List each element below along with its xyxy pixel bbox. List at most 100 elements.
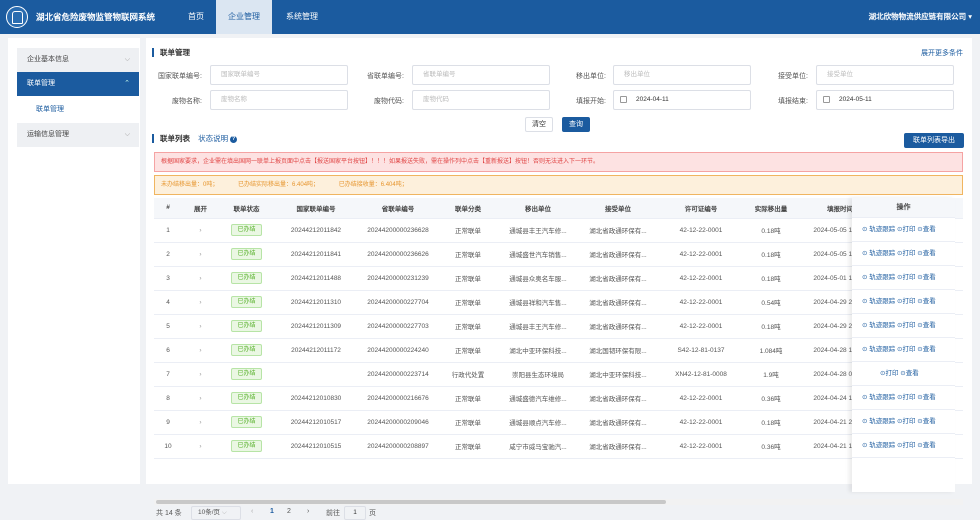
field-label: 国家联单编号: bbox=[158, 73, 202, 80]
row-actions[interactable]: ⊙ 轨迹跟踪 ⊙打印 ⊙查看 bbox=[852, 314, 955, 338]
cell-status: 已办结 bbox=[219, 314, 274, 339]
list-section-title: 联单列表 状态说明? bbox=[152, 134, 238, 143]
expand-row-icon[interactable]: › bbox=[182, 386, 219, 411]
nav-system[interactable]: 系统管理 bbox=[274, 0, 330, 34]
row-actions[interactable]: ⊙打印 ⊙查看 bbox=[852, 362, 955, 386]
prev-page-button[interactable]: ‹ bbox=[251, 508, 253, 515]
status-badge: 已办结 bbox=[231, 440, 262, 452]
goto-label: 前往 bbox=[326, 510, 340, 517]
row-actions[interactable]: ⊙ 轨迹跟踪 ⊙打印 ⊙查看 bbox=[852, 386, 955, 410]
question-icon[interactable]: ? bbox=[230, 135, 238, 143]
row-actions[interactable]: ⊙ 轨迹跟踪 ⊙打印 ⊙查看 bbox=[852, 338, 955, 362]
expand-row-icon[interactable]: › bbox=[182, 218, 219, 243]
cell-to: 湖北省政通环保有... bbox=[578, 434, 658, 459]
chevron-down-icon: ⌵ bbox=[221, 509, 227, 516]
cell-license: XN42-12-81-0008 bbox=[658, 362, 744, 387]
cell-amount: 0.36吨 bbox=[744, 434, 798, 459]
status-badge: 已办结 bbox=[231, 296, 262, 308]
cell-amount: 1.084吨 bbox=[744, 338, 798, 363]
row-actions[interactable]: ⊙ 轨迹跟踪 ⊙打印 ⊙查看 bbox=[852, 218, 955, 242]
from-unit-input[interactable]: 移出单位 bbox=[613, 65, 751, 85]
cell-amount: 0.18吨 bbox=[744, 218, 798, 243]
waste-name-input[interactable]: 废物名称 bbox=[210, 90, 348, 110]
search-button[interactable]: 查询 bbox=[562, 117, 590, 132]
cell-province: 20244200000223714 bbox=[358, 362, 438, 387]
cell-type: 正常联单 bbox=[438, 386, 498, 411]
start-date-value: 2024-04-11 bbox=[636, 96, 669, 103]
horizontal-scrollbar[interactable] bbox=[154, 499, 963, 505]
scrollbar-thumb[interactable] bbox=[156, 500, 666, 504]
to-unit-input[interactable]: 接受单位 bbox=[816, 65, 954, 85]
cell-province: 20244200000236628 bbox=[358, 218, 438, 243]
nav-enterprise[interactable]: 企业管理 bbox=[216, 0, 272, 34]
ops-header: 操作 bbox=[852, 198, 955, 218]
cell-type: 正常联单 bbox=[438, 242, 498, 267]
company-menu[interactable]: 湖北欣物物流供应链有限公司 ▾ bbox=[869, 11, 972, 22]
expand-row-icon[interactable]: › bbox=[182, 410, 219, 435]
page-size-select[interactable]: 10条/页 ⌵ bbox=[191, 506, 241, 520]
national-no-input[interactable]: 国家联单编号 bbox=[210, 65, 348, 85]
goto-page-input[interactable]: 1 bbox=[344, 506, 366, 520]
table-row: 3 › 已办结 20244212011488 20244200000231239 正常联单… bbox=[154, 266, 963, 291]
row-actions[interactable]: ⊙ 轨迹跟踪 ⊙打印 ⊙查看 bbox=[852, 242, 955, 266]
cell-from: 崇阳县生态环境局 bbox=[498, 362, 578, 387]
table-row: 8 › 已办结 20244212010830 20244200000216676 正常联单… bbox=[154, 386, 963, 411]
cell-national: 20244212010517 bbox=[274, 410, 358, 435]
sidebar-item-enterprise-info[interactable]: 企业基本信息 ⌵ bbox=[17, 48, 139, 72]
waste-code-input[interactable]: 废物代码 bbox=[412, 90, 550, 110]
cell-status: 已办结 bbox=[219, 434, 274, 459]
status-badge: 已办结 bbox=[231, 392, 262, 404]
status-help-link[interactable]: 状态说明 bbox=[198, 134, 228, 143]
field-label: 接受单位: bbox=[778, 73, 808, 80]
sidebar-subitem-manifest[interactable]: 联单管理 bbox=[36, 104, 64, 114]
nav-home[interactable]: 首页 bbox=[170, 0, 222, 34]
cell-type: 正常联单 bbox=[438, 314, 498, 339]
next-page-button[interactable]: › bbox=[307, 508, 309, 515]
row-actions[interactable]: ⊙ 轨迹跟踪 ⊙打印 ⊙查看 bbox=[852, 410, 955, 434]
list-title: 联单列表 bbox=[160, 134, 190, 143]
expand-row-icon[interactable]: › bbox=[182, 290, 219, 315]
cell-from: 通城县祥和汽车售... bbox=[498, 290, 578, 315]
export-button[interactable]: 联单列表导出 bbox=[904, 133, 964, 148]
table-row: 4 › 已办结 20244212011310 20244200000227704 正常联单… bbox=[154, 290, 963, 315]
sidebar-item-transport[interactable]: 运输信息管理 ⌵ bbox=[17, 123, 139, 147]
cell-type: 正常联单 bbox=[438, 338, 498, 363]
field-label: 废物名称: bbox=[172, 98, 202, 105]
logo-emblem-icon bbox=[6, 6, 28, 28]
start-date-picker[interactable]: 2024-04-11 bbox=[613, 90, 751, 110]
province-no-input[interactable]: 省联单编号 bbox=[412, 65, 550, 85]
cell-amount: 0.18吨 bbox=[744, 410, 798, 435]
table-header: # 展开 联单状态 国家联单编号 省联单编号 联单分类 移出单位 接受单位 许可… bbox=[154, 198, 963, 219]
table-row: 6 › 已办结 20244212011172 20244200000224240 正常联单… bbox=[154, 338, 963, 363]
field-label: 填报结束: bbox=[778, 98, 808, 105]
expand-row-icon[interactable]: › bbox=[182, 266, 219, 291]
sidebar-item-manifest[interactable]: 联单管理 ⌃ bbox=[17, 72, 139, 96]
cell-no: 7 bbox=[154, 362, 182, 387]
end-date-picker[interactable]: 2024-05-11 bbox=[816, 90, 954, 110]
col-header: 联单状态 bbox=[219, 198, 274, 219]
page-1-button[interactable]: 1 bbox=[270, 508, 274, 515]
row-actions[interactable]: ⊙ 轨迹跟踪 ⊙打印 ⊙查看 bbox=[852, 290, 955, 314]
page-suffix: 页 bbox=[369, 510, 376, 517]
expand-row-icon[interactable]: › bbox=[182, 434, 219, 459]
row-actions[interactable]: ⊙ 轨迹跟踪 ⊙打印 ⊙查看 bbox=[852, 266, 955, 290]
cell-to: 湖北国韧环保有限... bbox=[578, 338, 658, 363]
table-row: 9 › 已办结 20244212010517 20244200000209046 正常联单… bbox=[154, 410, 963, 435]
expand-row-icon[interactable]: › bbox=[182, 242, 219, 267]
expand-row-icon[interactable]: › bbox=[182, 362, 219, 387]
cell-province: 20244200000236626 bbox=[358, 242, 438, 267]
expand-more-link[interactable]: 展开更多条件 bbox=[921, 48, 963, 58]
expand-row-icon[interactable]: › bbox=[182, 338, 219, 363]
table-row: 7 › 已办结 20244200000223714 行政代处置 崇阳县生态环境局 湖北中亚环… bbox=[154, 362, 963, 387]
chevron-up-icon: ⌃ bbox=[124, 80, 130, 87]
page-2-button[interactable]: 2 bbox=[287, 508, 291, 515]
col-header: 许可证编号 bbox=[658, 198, 744, 219]
col-header: # bbox=[154, 198, 182, 219]
cell-to: 湖北省政通环保有... bbox=[578, 218, 658, 243]
clear-button[interactable]: 清空 bbox=[525, 117, 553, 132]
cell-from: 通城县丰王汽车修... bbox=[498, 218, 578, 243]
col-header: 移出单位 bbox=[498, 198, 578, 219]
cell-to: 湖北中亚环保科技... bbox=[578, 362, 658, 387]
row-actions[interactable]: ⊙ 轨迹跟踪 ⊙打印 ⊙查看 bbox=[852, 434, 955, 458]
expand-row-icon[interactable]: › bbox=[182, 314, 219, 339]
